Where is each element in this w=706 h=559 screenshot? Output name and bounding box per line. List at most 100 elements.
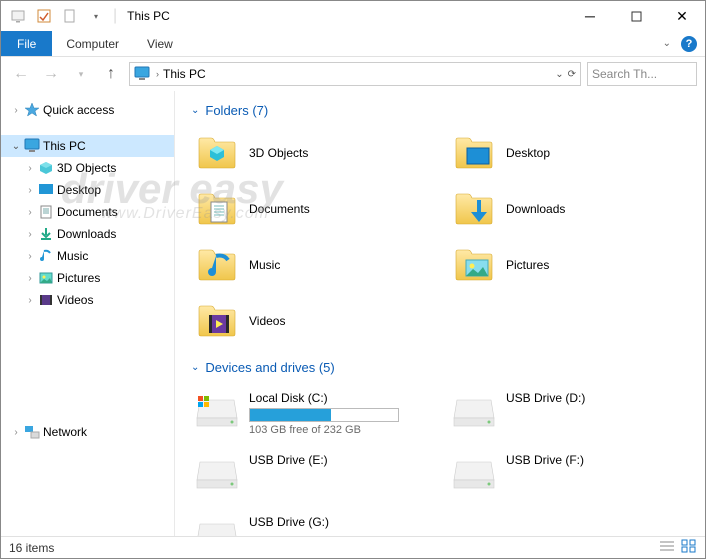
status-bar: 16 items bbox=[1, 536, 705, 558]
drive-icon bbox=[450, 449, 498, 497]
content-pane: ⌄ Folders (7) 3D Objects Desktop Documen… bbox=[175, 91, 705, 536]
chevron-right-icon[interactable]: › bbox=[9, 105, 23, 116]
item-count: 16 items bbox=[9, 541, 54, 555]
back-button[interactable]: ← bbox=[9, 62, 33, 86]
folder-icon bbox=[193, 185, 241, 233]
drive-usb-f[interactable]: USB Drive (F:) bbox=[448, 447, 695, 503]
nav-documents[interactable]: ›Documents bbox=[1, 201, 174, 223]
cube-icon bbox=[37, 160, 55, 176]
app-icon bbox=[9, 7, 27, 25]
search-input[interactable]: Search Th... bbox=[587, 62, 697, 86]
ribbon-expand-icon[interactable]: ⌄ bbox=[663, 38, 671, 49]
window-title: This PC bbox=[127, 9, 170, 23]
desktop-icon bbox=[37, 182, 55, 198]
help-icon[interactable]: ? bbox=[681, 36, 697, 52]
breadcrumb[interactable]: This PC bbox=[163, 67, 206, 81]
nav-label: Desktop bbox=[57, 183, 101, 197]
folder-icon bbox=[450, 241, 498, 289]
drive-label: USB Drive (F:) bbox=[506, 453, 584, 467]
drives-section-header[interactable]: ⌄ Devices and drives (5) bbox=[191, 360, 695, 375]
chevron-down-icon[interactable]: ⌄ bbox=[191, 362, 199, 373]
nav-this-pc[interactable]: ⌄ This PC bbox=[1, 135, 174, 157]
nav-network[interactable]: › Network bbox=[1, 421, 174, 443]
videos-icon bbox=[37, 292, 55, 308]
drive-usb-e[interactable]: USB Drive (E:) bbox=[191, 447, 438, 503]
nav-3d-objects[interactable]: › 3D Objects bbox=[1, 157, 174, 179]
ribbon-tab-computer[interactable]: Computer bbox=[52, 31, 133, 56]
chevron-right-icon[interactable]: › bbox=[23, 273, 37, 284]
chevron-right-icon[interactable]: › bbox=[23, 251, 37, 262]
tile-label: Pictures bbox=[506, 258, 549, 272]
folder-pictures[interactable]: Pictures bbox=[448, 240, 695, 290]
titlebar: ▾ | This PC ─ ✕ bbox=[1, 1, 705, 31]
folder-videos[interactable]: Videos bbox=[191, 296, 438, 346]
folder-documents[interactable]: Documents bbox=[191, 184, 438, 234]
nav-label: Downloads bbox=[57, 227, 116, 241]
drive-local-c[interactable]: Local Disk (C:) 103 GB free of 232 GB bbox=[191, 385, 438, 441]
refresh-icon[interactable]: ⟳ bbox=[568, 69, 576, 80]
folder-downloads[interactable]: Downloads bbox=[448, 184, 695, 234]
nav-label: Videos bbox=[57, 293, 93, 307]
downloads-icon bbox=[37, 226, 55, 242]
star-icon bbox=[23, 102, 41, 118]
file-tab[interactable]: File bbox=[1, 31, 52, 56]
nav-pictures[interactable]: ›Pictures bbox=[1, 267, 174, 289]
tile-label: Music bbox=[249, 258, 280, 272]
chevron-right-icon[interactable]: › bbox=[23, 295, 37, 306]
up-button[interactable]: ↑ bbox=[99, 62, 123, 86]
maximize-button[interactable] bbox=[613, 1, 659, 31]
nav-quick-access[interactable]: › Quick access bbox=[1, 99, 174, 121]
view-large-icon[interactable] bbox=[681, 539, 697, 556]
address-bar[interactable]: › This PC ⌄ ⟳ bbox=[129, 62, 581, 86]
recent-dropdown-icon[interactable]: ▾ bbox=[69, 62, 93, 86]
drive-usb-g[interactable]: USB Drive (G:) bbox=[191, 509, 438, 536]
drive-label: USB Drive (E:) bbox=[249, 453, 328, 467]
qat-new-icon[interactable] bbox=[61, 7, 79, 25]
chevron-down-icon[interactable]: ⌄ bbox=[191, 105, 199, 116]
folder-icon bbox=[450, 185, 498, 233]
nav-label: Network bbox=[43, 425, 87, 439]
chevron-right-icon[interactable]: › bbox=[9, 427, 23, 438]
drive-icon bbox=[193, 511, 241, 536]
view-details-icon[interactable] bbox=[659, 539, 675, 556]
forward-button[interactable]: → bbox=[39, 62, 63, 86]
drive-usage-bar bbox=[249, 408, 399, 422]
qat-properties-icon[interactable] bbox=[35, 7, 53, 25]
pictures-icon bbox=[37, 270, 55, 286]
chevron-right-icon[interactable]: › bbox=[23, 185, 37, 196]
nav-downloads[interactable]: › Downloads bbox=[1, 223, 174, 245]
chevron-down-icon[interactable]: ⌄ bbox=[9, 141, 23, 152]
qat-dropdown-icon[interactable]: ▾ bbox=[87, 7, 105, 25]
nav-label: This PC bbox=[43, 139, 86, 153]
tile-label: Downloads bbox=[506, 202, 565, 216]
nav-desktop[interactable]: › Desktop bbox=[1, 179, 174, 201]
nav-label: Quick access bbox=[43, 103, 114, 117]
folder-icon bbox=[450, 129, 498, 177]
address-dropdown-icon[interactable]: ⌄ bbox=[555, 69, 563, 80]
folder-desktop[interactable]: Desktop bbox=[448, 128, 695, 178]
chevron-right-icon[interactable]: › bbox=[23, 207, 37, 218]
folder-3d-objects[interactable]: 3D Objects bbox=[191, 128, 438, 178]
documents-icon bbox=[37, 204, 55, 220]
chevron-right-icon[interactable]: › bbox=[23, 229, 37, 240]
close-button[interactable]: ✕ bbox=[659, 1, 705, 31]
nav-label: Music bbox=[57, 249, 88, 263]
chevron-right-icon[interactable]: › bbox=[23, 163, 37, 174]
ribbon-tab-view[interactable]: View bbox=[133, 31, 187, 56]
drive-icon bbox=[450, 387, 498, 435]
minimize-button[interactable]: ─ bbox=[567, 1, 613, 31]
navigation-pane: › Quick access ⌄ This PC › 3D Objects › De… bbox=[1, 91, 175, 536]
address-separator-icon[interactable]: › bbox=[156, 69, 159, 79]
tile-label: Videos bbox=[249, 314, 285, 328]
music-icon bbox=[37, 248, 55, 264]
folder-music[interactable]: Music bbox=[191, 240, 438, 290]
nav-videos[interactable]: › Videos bbox=[1, 289, 174, 311]
folders-section-header[interactable]: ⌄ Folders (7) bbox=[191, 103, 695, 118]
folder-icon bbox=[193, 129, 241, 177]
drive-usb-d[interactable]: USB Drive (D:) bbox=[448, 385, 695, 441]
drive-label: Local Disk (C:) bbox=[249, 391, 399, 405]
nav-label: 3D Objects bbox=[57, 161, 116, 175]
drive-free-text: 103 GB free of 232 GB bbox=[249, 424, 399, 436]
folder-icon bbox=[193, 241, 241, 289]
nav-music[interactable]: › Music bbox=[1, 245, 174, 267]
